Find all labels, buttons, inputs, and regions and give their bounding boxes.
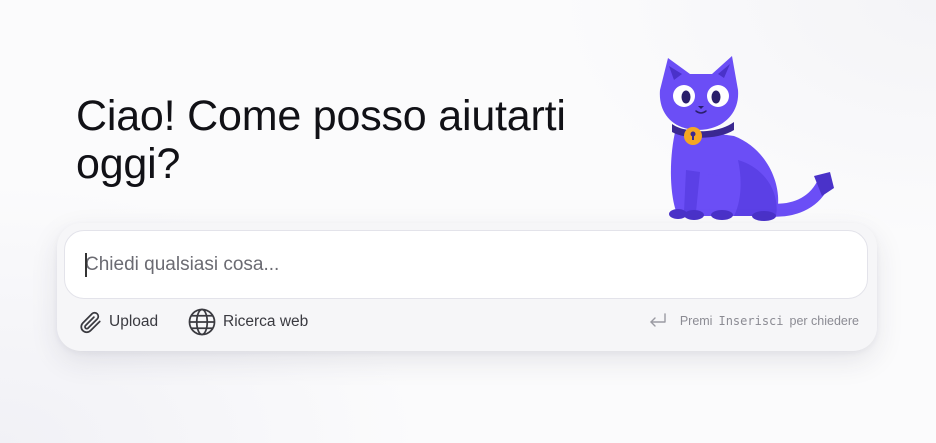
chat-composer: Upload Ricerca web Premi Inserisci per c… bbox=[57, 223, 877, 351]
greeting-line-1: Ciao! Come posso aiutarti bbox=[76, 92, 566, 140]
globe-icon bbox=[187, 307, 217, 337]
text-caret bbox=[85, 253, 87, 277]
greeting-heading: Ciao! Come posso aiutarti oggi? bbox=[76, 92, 656, 188]
web-search-button[interactable]: Ricerca web bbox=[187, 307, 308, 337]
web-search-label: Ricerca web bbox=[223, 313, 309, 330]
hint-prefix: Premi bbox=[679, 314, 713, 328]
prompt-input[interactable] bbox=[85, 249, 845, 281]
cat-mascot-icon bbox=[659, 56, 834, 221]
enter-return-icon bbox=[648, 312, 668, 330]
hint-suffix: per chiedere bbox=[789, 314, 860, 328]
paperclip-icon bbox=[77, 309, 103, 335]
upload-button[interactable]: Upload bbox=[77, 307, 158, 337]
hint-key: Inserisci bbox=[718, 314, 784, 328]
upload-label: Upload bbox=[109, 313, 159, 330]
submit-hint: Premi Inserisci per chiedere bbox=[648, 309, 859, 333]
prompt-input-box[interactable] bbox=[64, 230, 868, 299]
greeting-line-2: oggi? bbox=[76, 140, 181, 188]
